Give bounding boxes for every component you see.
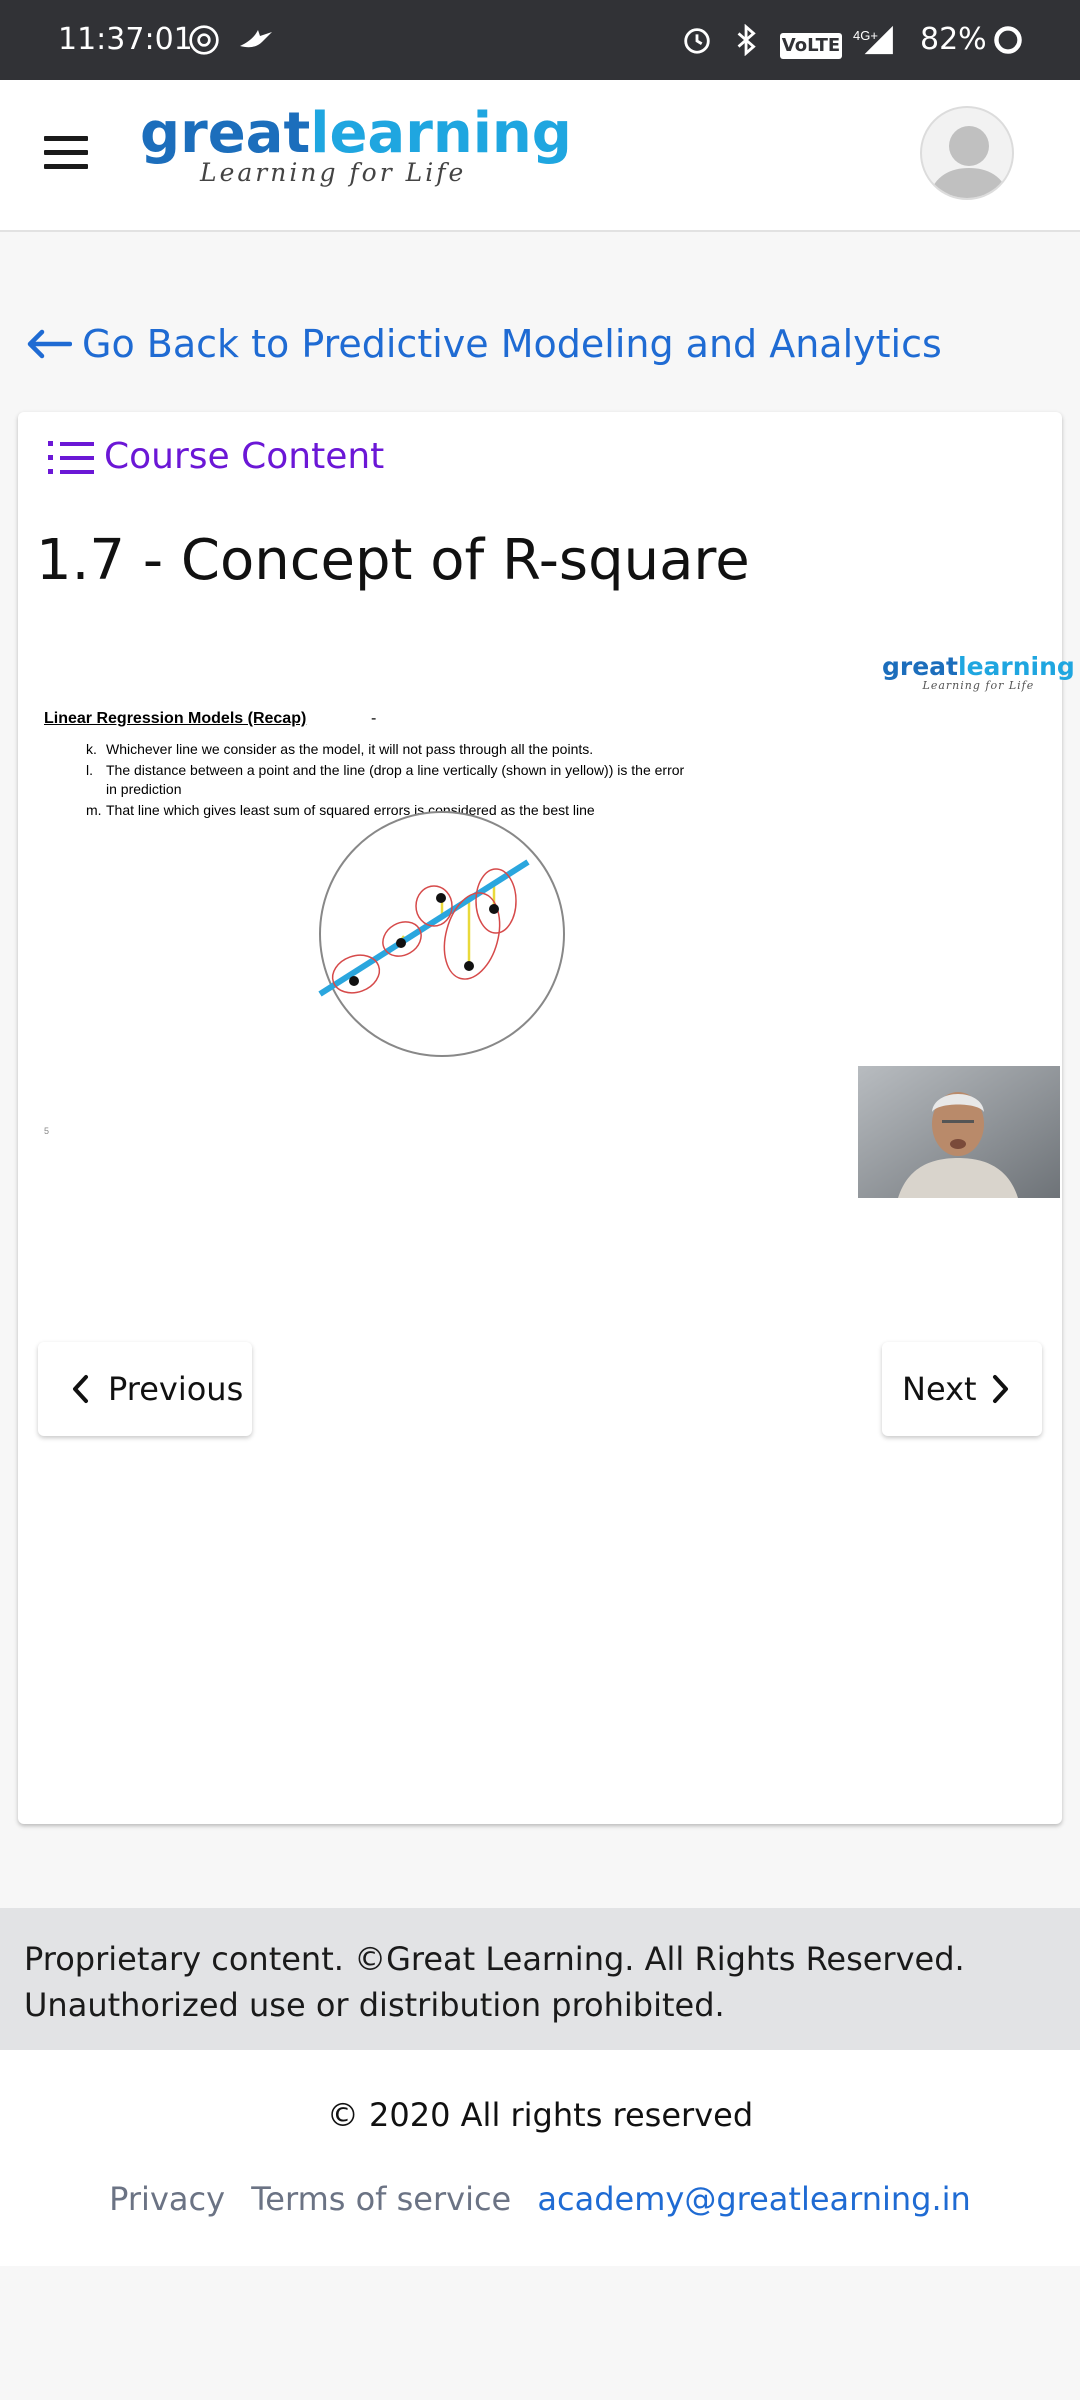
slide-heading: Linear Regression Models (Recap) bbox=[44, 710, 307, 727]
course-content-link[interactable]: Course Content bbox=[46, 436, 384, 477]
footer-links: Privacy Terms of service academy@greatle… bbox=[0, 2180, 1080, 2218]
music-app-icon bbox=[189, 25, 219, 55]
hamburger-menu-icon[interactable] bbox=[44, 136, 88, 172]
copyright-text: © 2020 All rights reserved bbox=[326, 2096, 754, 2134]
slide-greatlearning-logo: greatlearning Learning for Life bbox=[882, 652, 1075, 692]
next-button[interactable]: Next bbox=[882, 1342, 1042, 1436]
status-bar: 11:37:01 VoLTE 4G+ 82% bbox=[0, 0, 1080, 80]
slide-list-item: k. Whichever line we consider as the mode… bbox=[86, 741, 594, 757]
status-time: 11:37:01 bbox=[58, 22, 193, 57]
list-icon bbox=[48, 440, 94, 474]
notice-line-2: Unauthorized use or distribution prohibi… bbox=[24, 1986, 725, 2024]
lecture-slide: greatlearning Learning for Life Linear R… bbox=[36, 626, 1075, 1198]
greatlearning-logo[interactable]: greatlearning Learning for Life bbox=[140, 106, 572, 188]
terms-of-service-link[interactable]: Terms of service bbox=[251, 2180, 511, 2218]
instructor-video-thumbnail[interactable] bbox=[858, 1066, 1060, 1198]
slide-list-item: l. The distance between a point and the l… bbox=[86, 762, 685, 797]
page-footer: © 2020 All rights reserved Privacy Terms… bbox=[0, 2050, 1080, 2266]
bird-notification-icon bbox=[240, 30, 272, 48]
chevron-left-icon bbox=[73, 1375, 88, 1403]
bottom-spacer bbox=[0, 2266, 1080, 2400]
app-header: greatlearning Learning for Life bbox=[0, 80, 1080, 232]
battery-percent: 82% bbox=[920, 22, 987, 57]
go-back-link[interactable]: Go Back to Predictive Modeling and Analy… bbox=[26, 322, 942, 366]
regression-illustration bbox=[318, 811, 565, 1057]
bluetooth-icon bbox=[737, 24, 756, 56]
slide-dash: - bbox=[371, 710, 377, 727]
course-content-label: Course Content bbox=[104, 436, 385, 477]
previous-label: Previous bbox=[108, 1370, 244, 1408]
chevron-right-icon bbox=[992, 1375, 1008, 1403]
arrow-left-icon bbox=[27, 329, 72, 359]
go-back-label: Go Back to Predictive Modeling and Analy… bbox=[82, 322, 942, 366]
contact-email-link[interactable]: academy@greatlearning.in bbox=[537, 2180, 970, 2218]
privacy-link[interactable]: Privacy bbox=[109, 2180, 225, 2218]
lesson-card: Course Content 1.7 - Concept of R-square… bbox=[18, 412, 1075, 1824]
volte-badge: VoLTE bbox=[780, 33, 842, 59]
notice-line-1: Proprietary content. ©Great Learning. Al… bbox=[24, 1940, 965, 1978]
signal-icon bbox=[864, 25, 893, 55]
next-label: Next bbox=[902, 1370, 977, 1408]
previous-button[interactable]: Previous bbox=[38, 1342, 252, 1436]
battery-ring-icon bbox=[994, 26, 1022, 54]
user-silhouette-icon bbox=[928, 126, 1010, 198]
user-avatar[interactable] bbox=[920, 106, 1014, 200]
alarm-icon bbox=[684, 28, 710, 54]
proprietary-notice: Proprietary content. ©Great Learning. Al… bbox=[0, 1908, 1080, 2050]
slide-page-number: 5 bbox=[44, 1126, 50, 1136]
lesson-title: 1.7 - Concept of R-square bbox=[36, 528, 750, 593]
instructor-video-frame bbox=[858, 1066, 1060, 1198]
